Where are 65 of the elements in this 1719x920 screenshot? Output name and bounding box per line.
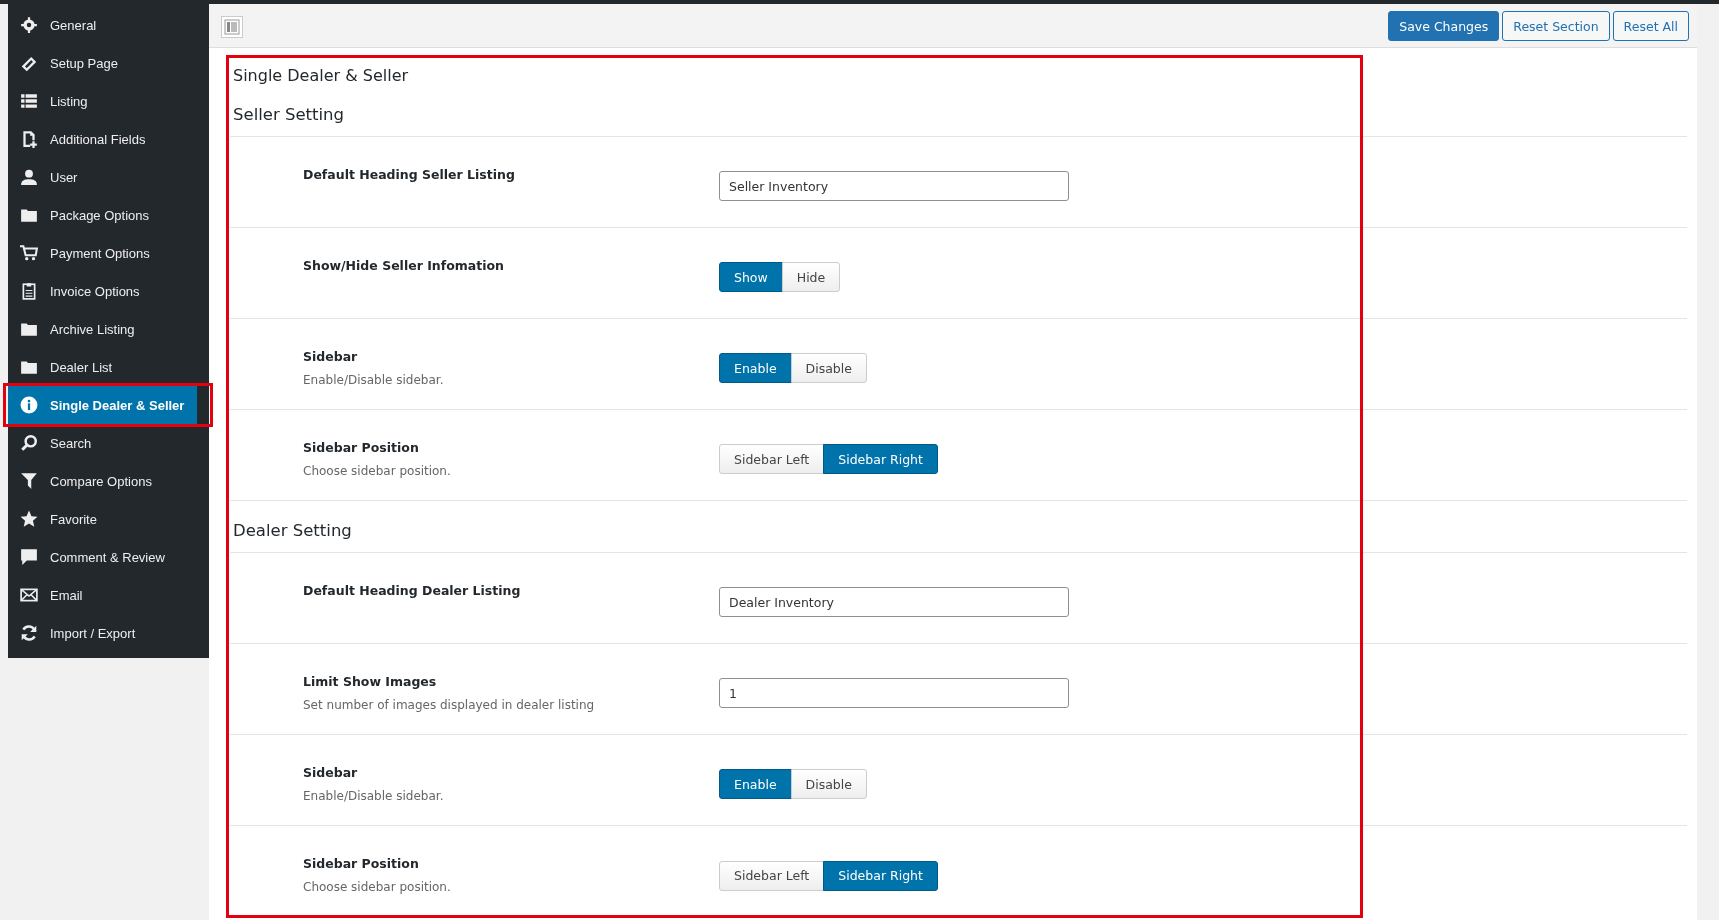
option-button[interactable]: Enable [719,353,792,383]
sidebar-item[interactable]: Single Dealer & Seller [8,386,197,424]
field-description: Enable/Disable sidebar. [303,789,445,803]
field-description: Choose sidebar position. [303,464,452,478]
folder-icon [20,206,38,224]
star-icon [20,510,38,528]
sidebar-item[interactable]: Archive Listing [8,310,209,348]
sidebar-item[interactable]: Package Options [8,196,209,234]
filter-icon [20,472,38,490]
sidebar-item[interactable]: Setup Page [8,44,209,82]
add-file-icon [20,130,38,148]
text-field[interactable]: Dealer Inventory [719,587,1069,617]
list-icon [20,92,38,110]
sidebar-item[interactable]: Payment Options [8,234,209,272]
user-icon [20,168,38,186]
refresh-icon [20,624,38,642]
section-heading: Dealer Setting [230,501,1687,553]
text-field[interactable]: Seller Inventory [719,171,1069,201]
field-label: Sidebar Position [303,856,420,871]
field-label: Sidebar [303,349,359,364]
sidebar-item[interactable]: Email [8,576,209,614]
section-title: Single Dealer & Seller [232,65,410,85]
option-button[interactable]: Sidebar Right [823,860,938,891]
field-label: Default Heading Dealer Listing [303,583,522,598]
option-button[interactable]: Disable [790,353,867,383]
field-label: Limit Show Images [303,674,438,689]
folder-icon [20,320,38,338]
sidebar-item[interactable]: User [8,158,209,196]
sidebar-item[interactable]: Comment & Review [8,538,209,576]
sidebar-item[interactable]: Search [8,424,209,462]
field-label: Sidebar Position [303,440,420,455]
text-field[interactable]: 1 [719,678,1069,708]
field-description: Enable/Disable sidebar. [303,373,445,387]
option-button[interactable]: Hide [781,262,841,292]
clipboard-icon [20,282,38,300]
reset-button[interactable]: Reset All [1612,11,1689,41]
sidebar-item[interactable]: Additional Fields [8,120,209,158]
sidebar-item[interactable]: Favorite [8,500,209,538]
sidebar-item[interactable]: General [8,6,209,44]
reset-button[interactable]: Reset Section [1502,11,1610,41]
folder-icon [20,358,38,376]
option-button[interactable]: Disable [790,769,867,799]
field-description: Choose sidebar position. [303,880,452,894]
sidebar-item[interactable]: Import / Export [8,614,209,652]
section-heading: Seller Setting [230,85,1687,137]
save-button[interactable]: Save Changes [1388,11,1500,41]
envelope-icon [20,586,38,604]
option-button[interactable]: Show [719,262,783,292]
sidebar-item[interactable]: Listing [8,82,209,120]
option-button[interactable]: Sidebar Left [719,860,825,891]
layout-icon[interactable] [221,16,243,38]
field-label: Default Heading Seller Listing [303,167,516,182]
cart-icon [20,244,38,262]
field-label: Sidebar [303,765,359,780]
option-button[interactable]: Sidebar Left [719,444,825,474]
field-description: Set number of images displayed in dealer listing [303,698,596,712]
sidebar-item[interactable]: Invoice Options [8,272,209,310]
sidebar-item[interactable]: Dealer List [8,348,209,386]
sidebar-item[interactable]: Compare Options [8,462,209,500]
search-icon [20,434,38,452]
option-button[interactable]: Sidebar Right [823,444,938,474]
info-icon [20,396,38,414]
option-button[interactable]: Enable [719,769,792,799]
comment-icon [20,548,38,566]
field-label: Show/Hide Seller Infomation [303,258,505,273]
